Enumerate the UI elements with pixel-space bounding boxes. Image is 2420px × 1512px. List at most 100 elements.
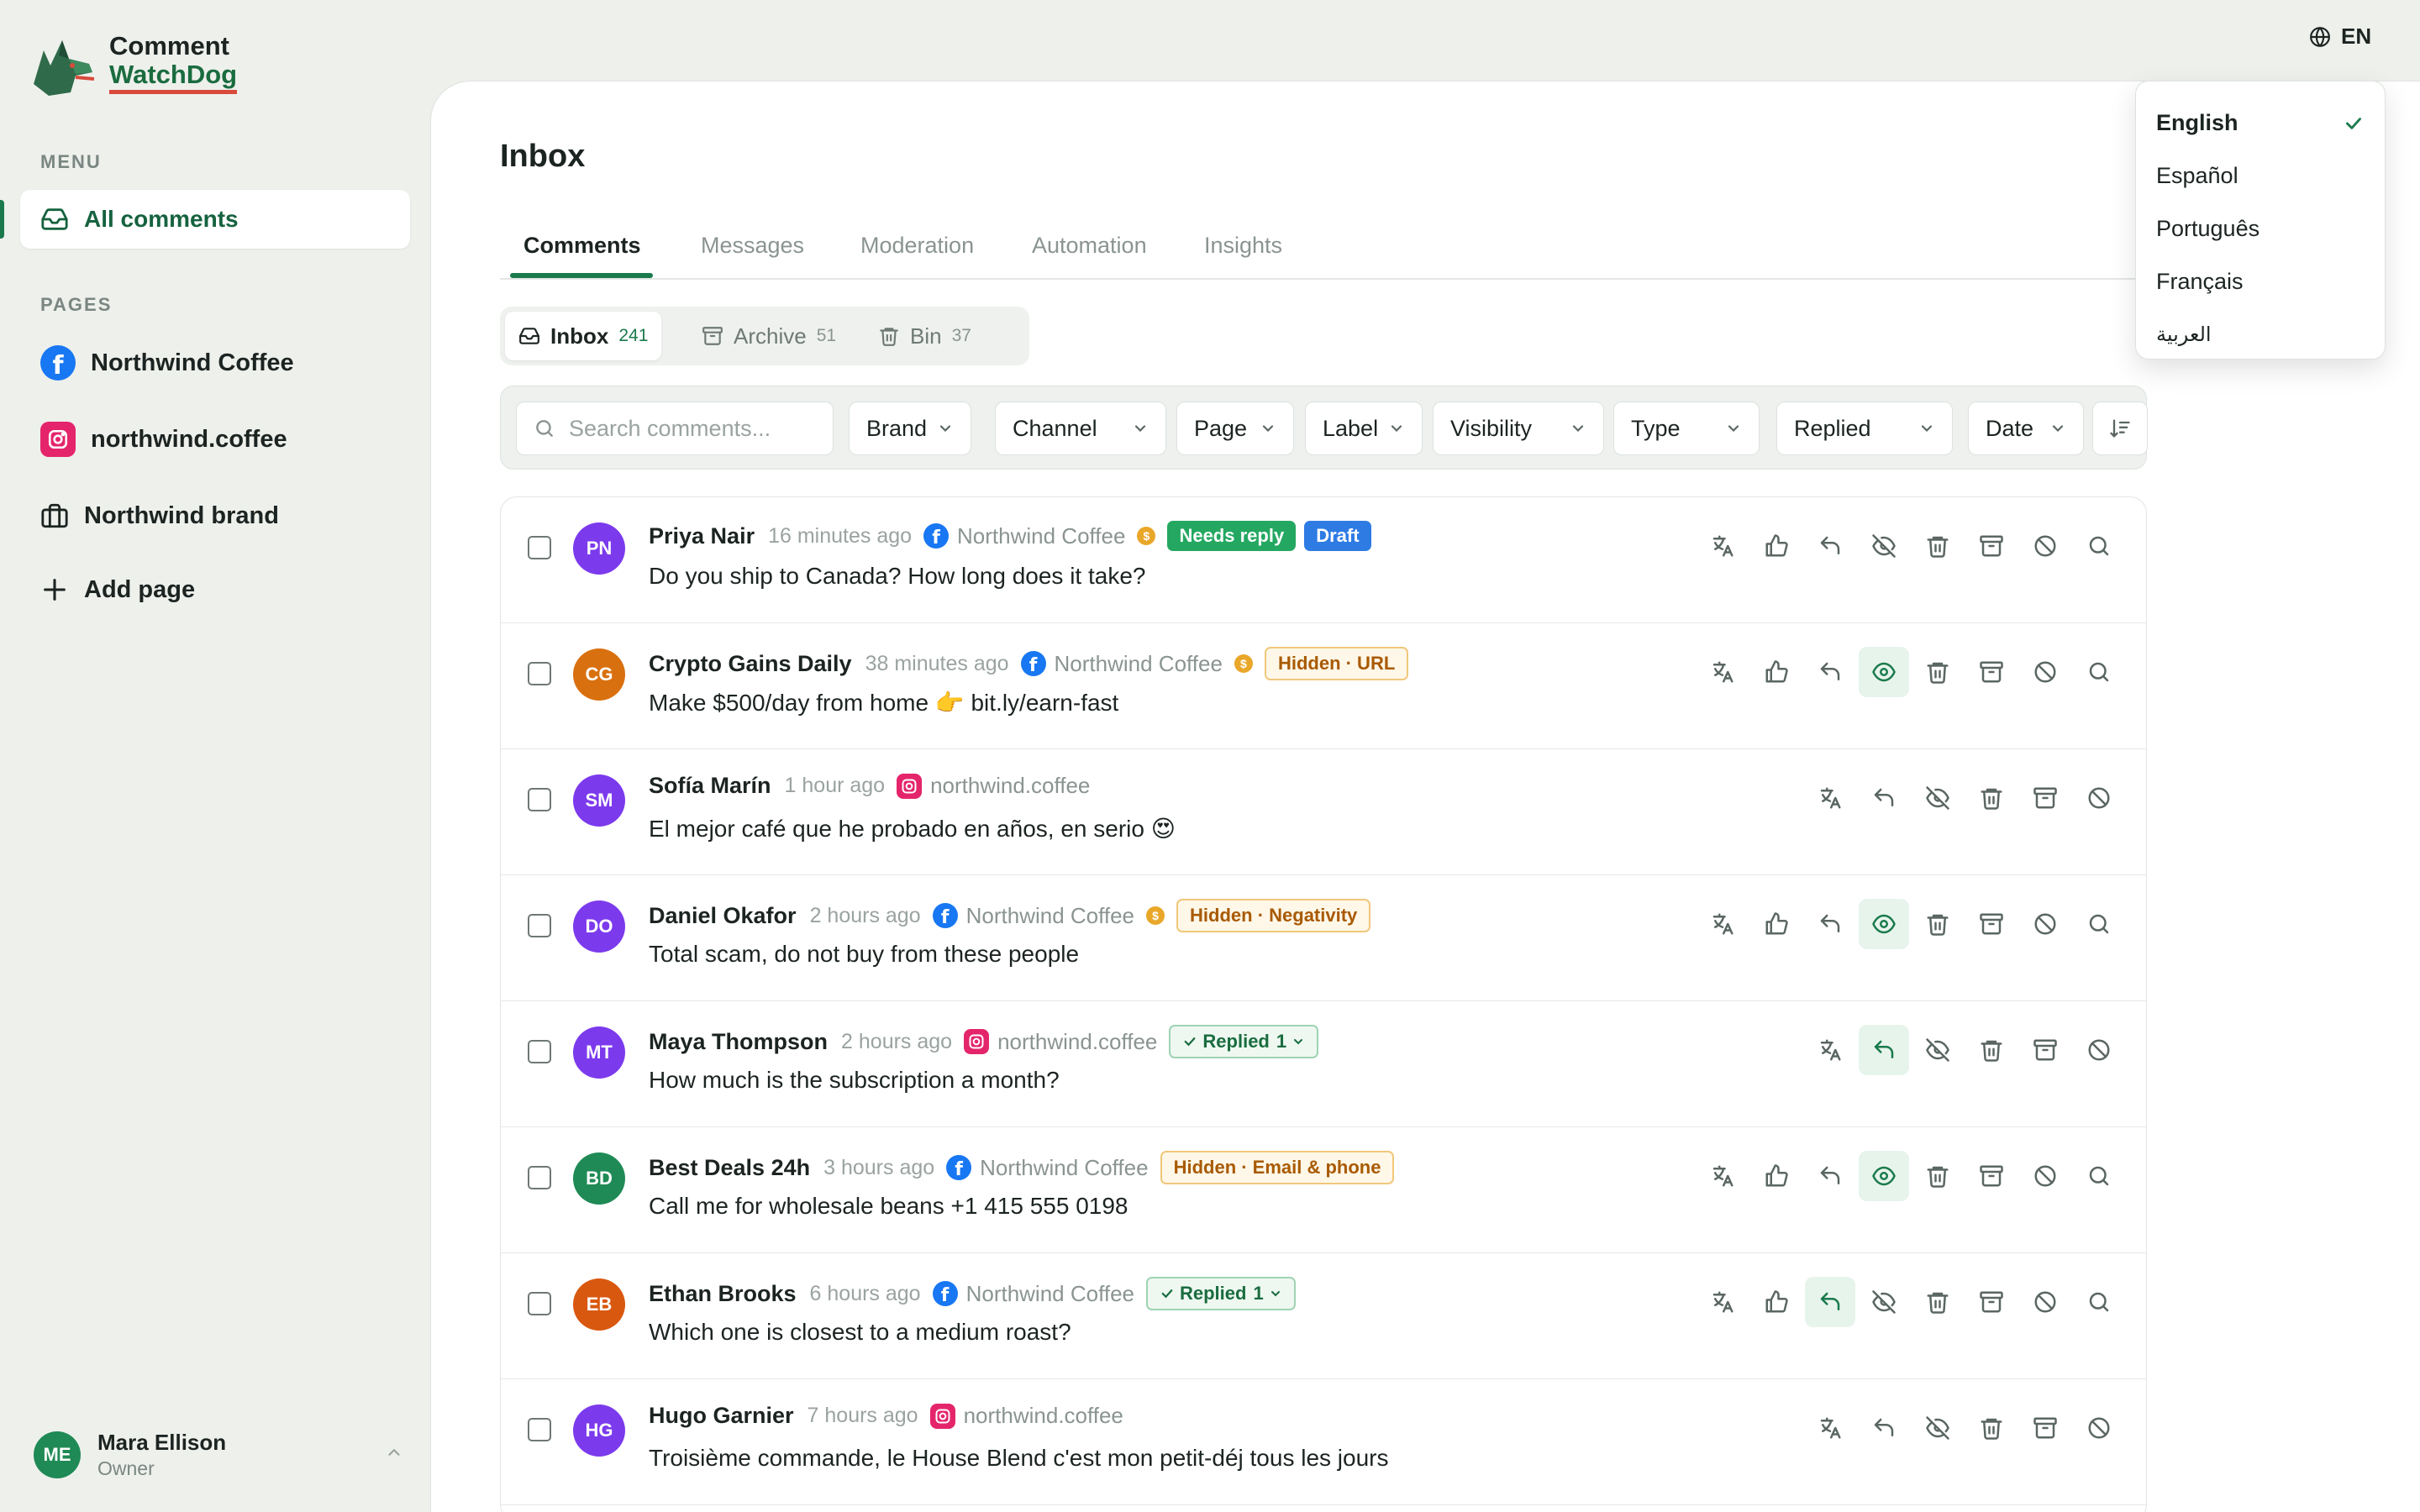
filter-visibility[interactable]: Visibility <box>1433 402 1604 455</box>
archive-icon[interactable] <box>2020 773 2070 823</box>
row-checkbox[interactable] <box>528 1292 551 1315</box>
block-icon[interactable] <box>2074 1025 2124 1075</box>
search-icon[interactable] <box>2074 521 2124 571</box>
language-option-spanish[interactable]: Español <box>2136 150 2385 202</box>
comment-row[interactable]: PN Priya Nair 16 minutes ago f Northwind … <box>501 497 2146 623</box>
search-input[interactable]: Search comments... <box>516 402 834 455</box>
filter-type[interactable]: Type <box>1613 402 1760 455</box>
block-icon[interactable] <box>2020 1151 2070 1201</box>
filter-page[interactable]: Page <box>1176 402 1294 455</box>
block-icon[interactable] <box>2020 521 2070 571</box>
block-icon[interactable] <box>2020 1277 2070 1327</box>
comment-author[interactable]: Sofía Marín <box>649 773 771 799</box>
comment-source[interactable]: f Northwind Coffee <box>923 523 1125 549</box>
comment-source[interactable]: f Northwind Coffee <box>1020 651 1223 677</box>
like-icon[interactable] <box>1751 899 1802 949</box>
comment-source[interactable]: northwind.coffee <box>964 1029 1157 1055</box>
hide-icon[interactable] <box>1912 773 1963 823</box>
reply-icon[interactable] <box>1859 773 1909 823</box>
comment-author[interactable]: Maya Thompson <box>649 1029 828 1055</box>
comment-author[interactable]: Hugo Garnier <box>649 1403 794 1429</box>
archive-icon[interactable] <box>1966 647 2017 697</box>
user-menu[interactable]: ME Mara Ellison Owner <box>34 1430 403 1480</box>
row-checkbox[interactable] <box>528 1418 551 1441</box>
row-checkbox[interactable] <box>528 788 551 811</box>
archive-icon[interactable] <box>2020 1025 2070 1075</box>
row-checkbox[interactable] <box>528 914 551 937</box>
row-checkbox[interactable] <box>528 1166 551 1189</box>
comment-author[interactable]: Priya Nair <box>649 523 755 549</box>
comment-row[interactable]: MT Maya Thompson 2 hours ago northwind.c… <box>501 1001 2146 1127</box>
translate-icon[interactable] <box>1697 1277 1748 1327</box>
search-icon[interactable] <box>2074 899 2124 949</box>
unhide-icon[interactable] <box>1859 1151 1909 1201</box>
language-option-arabic[interactable]: العربية <box>2136 308 2385 361</box>
reply-icon[interactable] <box>1859 1403 1909 1453</box>
row-checkbox[interactable] <box>528 1040 551 1063</box>
tab-comments[interactable]: Comments <box>523 233 641 259</box>
row-checkbox[interactable] <box>528 662 551 685</box>
block-icon[interactable] <box>2020 899 2070 949</box>
archive-icon[interactable] <box>1966 899 2017 949</box>
comment-source[interactable]: f Northwind Coffee <box>946 1155 1149 1181</box>
hide-icon[interactable] <box>1912 1403 1963 1453</box>
reply-icon[interactable] <box>1859 1025 1909 1075</box>
segment-bin[interactable]: Bin 37 <box>865 312 985 360</box>
search-icon[interactable] <box>2074 1151 2124 1201</box>
translate-icon[interactable] <box>1697 1151 1748 1201</box>
comment-row[interactable]: HG Hugo Garnier 7 hours ago northwind.co… <box>501 1379 2146 1505</box>
comment-row[interactable]: BD Best Deals 24h 3 hours ago f Northwind… <box>501 1127 2146 1253</box>
trash-icon[interactable] <box>1912 1151 1963 1201</box>
translate-icon[interactable] <box>1805 1025 1855 1075</box>
like-icon[interactable] <box>1751 647 1802 697</box>
trash-icon[interactable] <box>1966 773 2017 823</box>
comment-author[interactable]: Daniel Okafor <box>649 903 797 929</box>
tab-automation[interactable]: Automation <box>1032 233 1147 259</box>
block-icon[interactable] <box>2074 1403 2124 1453</box>
tab-insights[interactable]: Insights <box>1204 233 1282 259</box>
language-option-french[interactable]: Français <box>2136 255 2385 308</box>
hide-icon[interactable] <box>1859 1277 1909 1327</box>
language-option-portuguese[interactable]: Português <box>2136 202 2385 255</box>
language-option-english[interactable]: English <box>2136 97 2385 150</box>
comment-row[interactable]: CG Crypto Gains Daily 38 minutes ago f No… <box>501 623 2146 749</box>
comment-author[interactable]: Best Deals 24h <box>649 1155 810 1181</box>
translate-icon[interactable] <box>1697 899 1748 949</box>
translate-icon[interactable] <box>1697 647 1748 697</box>
block-icon[interactable] <box>2074 773 2124 823</box>
row-checkbox[interactable] <box>528 536 551 559</box>
tab-messages[interactable]: Messages <box>701 233 804 259</box>
sidebar-item-northwind-instagram[interactable]: northwind.coffee <box>40 418 287 460</box>
like-icon[interactable] <box>1751 1151 1802 1201</box>
reply-icon[interactable] <box>1805 899 1855 949</box>
filter-brand[interactable]: Brand <box>849 402 971 455</box>
archive-icon[interactable] <box>2020 1403 2070 1453</box>
unhide-icon[interactable] <box>1859 899 1909 949</box>
comment-source[interactable]: northwind.coffee <box>929 1403 1123 1429</box>
archive-icon[interactable] <box>1966 1277 2017 1327</box>
comment-author[interactable]: Ethan Brooks <box>649 1281 797 1307</box>
trash-icon[interactable] <box>1912 1277 1963 1327</box>
comment-row[interactable]: EB Ethan Brooks 6 hours ago f Northwind C… <box>501 1253 2146 1379</box>
comment-author[interactable]: Crypto Gains Daily <box>649 651 852 677</box>
reply-icon[interactable] <box>1805 1151 1855 1201</box>
trash-icon[interactable] <box>1912 647 1963 697</box>
segment-archive[interactable]: Archive 51 <box>688 312 850 360</box>
sidebar-item-northwind-brand[interactable]: Northwind brand <box>40 495 279 537</box>
hide-icon[interactable] <box>1859 521 1909 571</box>
hide-icon[interactable] <box>1912 1025 1963 1075</box>
sort-button[interactable] <box>2092 402 2148 455</box>
translate-icon[interactable] <box>1805 1403 1855 1453</box>
like-icon[interactable] <box>1751 521 1802 571</box>
archive-icon[interactable] <box>1966 521 2017 571</box>
filter-channel[interactable]: Channel <box>995 402 1166 455</box>
reply-icon[interactable] <box>1805 521 1855 571</box>
language-button[interactable]: EN <box>2309 24 2371 50</box>
sidebar-item-all-comments[interactable]: All comments <box>0 190 410 249</box>
tab-moderation[interactable]: Moderation <box>860 233 974 259</box>
translate-icon[interactable] <box>1805 773 1855 823</box>
sidebar-item-northwind-coffee[interactable]: f Northwind Coffee <box>40 342 294 384</box>
comment-row[interactable]: SM Sofía Marín 1 hour ago northwind.coff… <box>501 749 2146 875</box>
segment-inbox[interactable]: Inbox 241 <box>505 312 662 360</box>
comment-source[interactable]: f Northwind Coffee <box>932 903 1134 929</box>
